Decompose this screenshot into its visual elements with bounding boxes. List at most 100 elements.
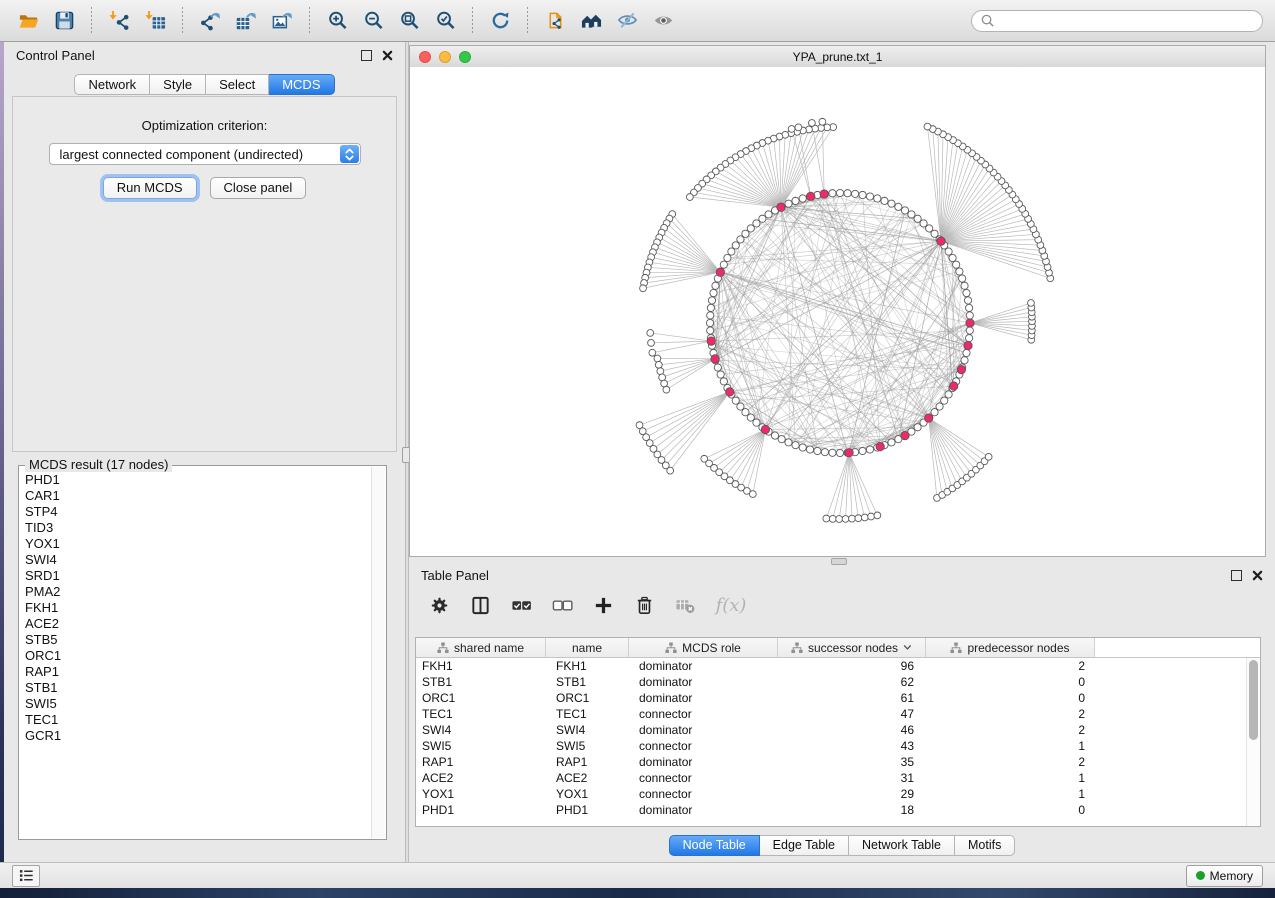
close-window-icon[interactable] <box>419 51 431 63</box>
cell-shared-name[interactable]: ORC1 <box>416 691 546 705</box>
tab-network-table[interactable]: Network Table <box>849 835 955 856</box>
column-header-successor-nodes[interactable]: successor nodes <box>778 638 926 658</box>
cell-predecessor-nodes[interactable]: 2 <box>926 723 1095 737</box>
cell-shared-name[interactable]: STB1 <box>416 675 546 689</box>
table-row[interactable]: ACE2ACE2connector311 <box>416 770 1260 786</box>
mcds-result-item[interactable]: ORC1 <box>25 648 371 664</box>
cell-successor-nodes[interactable]: 31 <box>778 771 926 785</box>
maximize-window-icon[interactable] <box>459 51 471 63</box>
zoom-fit-icon[interactable] <box>394 6 424 36</box>
close-panel-button[interactable]: Close panel <box>210 177 307 199</box>
table-row[interactable]: STB1STB1dominator620 <box>416 674 1260 690</box>
cell-predecessor-nodes[interactable]: 0 <box>926 691 1095 705</box>
table-row[interactable]: ORC1ORC1dominator610 <box>416 690 1260 706</box>
cell-successor-nodes[interactable]: 43 <box>778 739 926 753</box>
cell-predecessor-nodes[interactable]: 1 <box>926 771 1095 785</box>
mcds-result-item[interactable]: FKH1 <box>25 600 371 616</box>
delete-column-icon[interactable] <box>632 593 656 617</box>
mcds-result-scrollbar[interactable] <box>371 467 385 838</box>
column-header-MCDS-role[interactable]: MCDS role <box>629 638 778 658</box>
mcds-result-item[interactable]: SWI4 <box>25 552 371 568</box>
table-row[interactable]: YOX1YOX1connector291 <box>416 786 1260 802</box>
show-columns-icon[interactable] <box>468 593 492 617</box>
cell-successor-nodes[interactable]: 18 <box>778 803 926 817</box>
zoom-selected-icon[interactable] <box>430 6 460 36</box>
cell-predecessor-nodes[interactable]: 1 <box>926 739 1095 753</box>
float-table-panel-icon[interactable] <box>1231 570 1242 581</box>
column-header-shared-name[interactable]: shared name <box>416 638 546 658</box>
criterion-dropdown[interactable]: largest connected component (undirected) <box>49 143 361 165</box>
minimize-window-icon[interactable] <box>439 51 451 63</box>
export-network-icon[interactable] <box>195 6 225 36</box>
run-mcds-button[interactable]: Run MCDS <box>103 177 197 199</box>
close-panel-icon[interactable] <box>382 50 393 61</box>
mcds-result-item[interactable]: RAP1 <box>25 664 371 680</box>
show-graphics-icon[interactable] <box>648 6 678 36</box>
cell-name[interactable]: SWI4 <box>546 723 629 737</box>
cell-MCDS-role[interactable]: dominator <box>629 803 778 817</box>
table-row[interactable]: SWI5SWI5connector431 <box>416 738 1260 754</box>
cell-shared-name[interactable]: ACE2 <box>416 771 546 785</box>
cell-shared-name[interactable]: PHD1 <box>416 803 546 817</box>
cell-predecessor-nodes[interactable]: 2 <box>926 707 1095 721</box>
cell-name[interactable]: PHD1 <box>546 803 629 817</box>
zoom-out-icon[interactable] <box>358 6 388 36</box>
mcds-result-item[interactable]: YOX1 <box>25 536 371 552</box>
cell-successor-nodes[interactable]: 47 <box>778 707 926 721</box>
tab-edge-table[interactable]: Edge Table <box>760 835 849 856</box>
cell-shared-name[interactable]: YOX1 <box>416 787 546 801</box>
tab-select[interactable]: Select <box>206 74 269 95</box>
mcds-result-item[interactable]: STB1 <box>25 680 371 696</box>
tab-style[interactable]: Style <box>150 74 206 95</box>
add-column-icon[interactable] <box>591 593 615 617</box>
cell-MCDS-role[interactable]: connector <box>629 787 778 801</box>
import-network-icon[interactable] <box>104 6 134 36</box>
cell-successor-nodes[interactable]: 96 <box>778 659 926 673</box>
cell-predecessor-nodes[interactable]: 2 <box>926 659 1095 673</box>
mcds-result-item[interactable]: PMA2 <box>25 584 371 600</box>
table-row[interactable]: PHD1PHD1dominator180 <box>416 802 1260 818</box>
mcds-result-item[interactable]: STP4 <box>25 504 371 520</box>
save-session-icon[interactable] <box>49 6 79 36</box>
import-table-icon[interactable] <box>140 6 170 36</box>
cell-successor-nodes[interactable]: 46 <box>778 723 926 737</box>
select-all-icon[interactable] <box>509 593 533 617</box>
open-file-icon[interactable] <box>13 6 43 36</box>
cell-MCDS-role[interactable]: dominator <box>629 675 778 689</box>
cell-name[interactable]: SWI5 <box>546 739 629 753</box>
network-from-file-icon[interactable] <box>540 6 570 36</box>
deselect-all-icon[interactable] <box>550 593 574 617</box>
export-table-icon[interactable] <box>231 6 261 36</box>
cell-MCDS-role[interactable]: connector <box>629 771 778 785</box>
cell-successor-nodes[interactable]: 29 <box>778 787 926 801</box>
tab-network[interactable]: Network <box>74 74 150 95</box>
cell-MCDS-role[interactable]: dominator <box>629 659 778 673</box>
network-window-titlebar[interactable]: YPA_prune.txt_1 <box>410 46 1265 68</box>
cell-predecessor-nodes[interactable]: 1 <box>926 787 1095 801</box>
cell-shared-name[interactable]: TEC1 <box>416 707 546 721</box>
network-canvas[interactable] <box>410 67 1265 556</box>
refresh-icon[interactable] <box>485 6 515 36</box>
search-box[interactable] <box>971 10 1263 32</box>
close-table-panel-icon[interactable] <box>1252 570 1263 581</box>
table-row[interactable]: RAP1RAP1dominator352 <box>416 754 1260 770</box>
cell-MCDS-role[interactable]: dominator <box>629 723 778 737</box>
cell-name[interactable]: STB1 <box>546 675 629 689</box>
settings-gear-icon[interactable] <box>427 593 451 617</box>
table-row[interactable]: TEC1TEC1connector472 <box>416 706 1260 722</box>
cell-shared-name[interactable]: SWI5 <box>416 739 546 753</box>
column-header-name[interactable]: name <box>546 638 629 658</box>
mcds-result-item[interactable]: TEC1 <box>25 712 371 728</box>
mcds-result-item[interactable]: ACE2 <box>25 616 371 632</box>
cell-successor-nodes[interactable]: 62 <box>778 675 926 689</box>
cell-name[interactable]: RAP1 <box>546 755 629 769</box>
horizontal-divider-grip[interactable] <box>831 558 847 565</box>
memory-button[interactable]: Memory <box>1186 865 1263 887</box>
mcds-result-item[interactable]: SWI5 <box>25 696 371 712</box>
cell-name[interactable]: FKH1 <box>546 659 629 673</box>
cell-name[interactable]: ACE2 <box>546 771 629 785</box>
cell-MCDS-role[interactable]: connector <box>629 739 778 753</box>
table-row[interactable]: SWI4SWI4dominator462 <box>416 722 1260 738</box>
cell-predecessor-nodes[interactable]: 0 <box>926 675 1095 689</box>
zoom-in-icon[interactable] <box>322 6 352 36</box>
